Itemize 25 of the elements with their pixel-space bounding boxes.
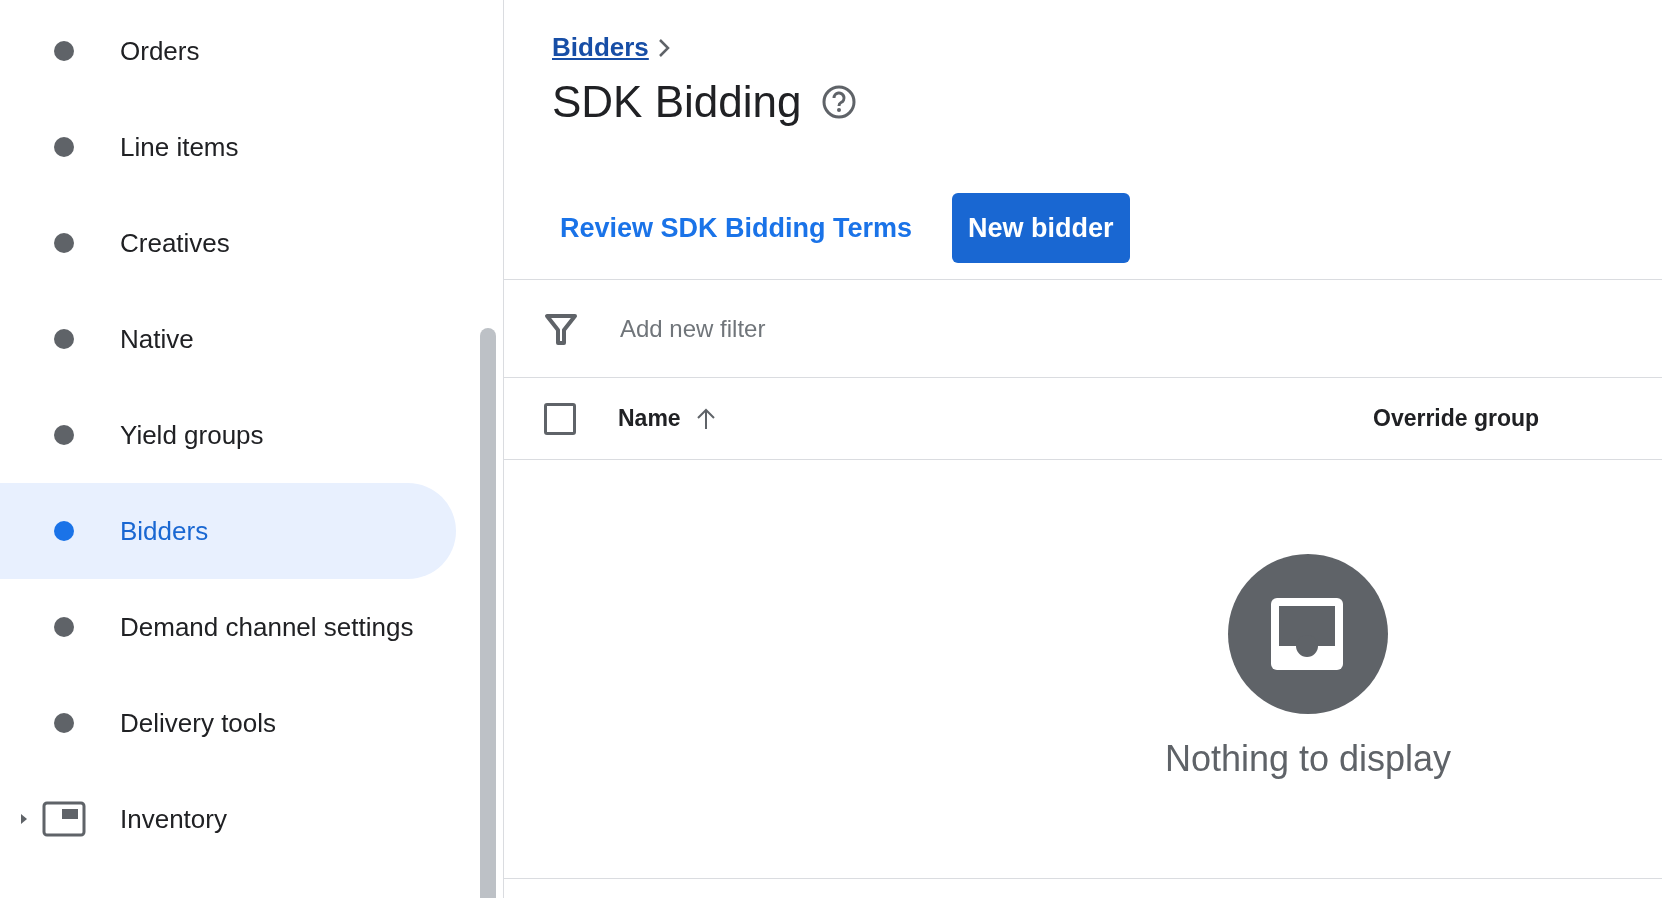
sidebar-item[interactable]: Orders: [0, 3, 456, 99]
filter-field[interactable]: Add new filter: [620, 310, 1662, 347]
select-all-checkbox[interactable]: [544, 402, 576, 435]
column-header[interactable]: Name: [618, 401, 681, 436]
column-header[interactable]: Override group: [1373, 401, 1540, 436]
sidebar-item[interactable]: Bidders: [0, 483, 456, 579]
window-icon: [42, 801, 86, 837]
inbox-icon: [1228, 554, 1388, 714]
terms-link[interactable]: Review SDK Bidding Terms: [552, 207, 913, 249]
sidebar-item[interactable]: Line items: [0, 99, 456, 195]
filter-icon[interactable]: [544, 311, 578, 346]
sidebar-item[interactable]: Inventory: [0, 771, 456, 867]
caret-right-icon[interactable]: [20, 813, 28, 825]
sidebar-item[interactable]: Native: [0, 291, 456, 387]
new-bidder-button[interactable]: New bidder: [952, 193, 1130, 263]
chevron-right-icon: [656, 36, 671, 59]
sidebar-item[interactable]: Delivery tools: [0, 675, 456, 771]
sidebar-item[interactable]: Demand channel settings: [0, 579, 456, 675]
empty-message: Nothing to display: [1164, 737, 1452, 781]
breadcrumb-link[interactable]: Bidders: [552, 28, 649, 67]
scrollbar[interactable]: [480, 328, 496, 898]
help-icon[interactable]: [821, 84, 858, 120]
sidebar-item[interactable]: Creatives: [0, 195, 456, 291]
page-title: SDK Bidding: [552, 76, 802, 128]
sidebar-item[interactable]: Yield groups: [0, 387, 456, 483]
